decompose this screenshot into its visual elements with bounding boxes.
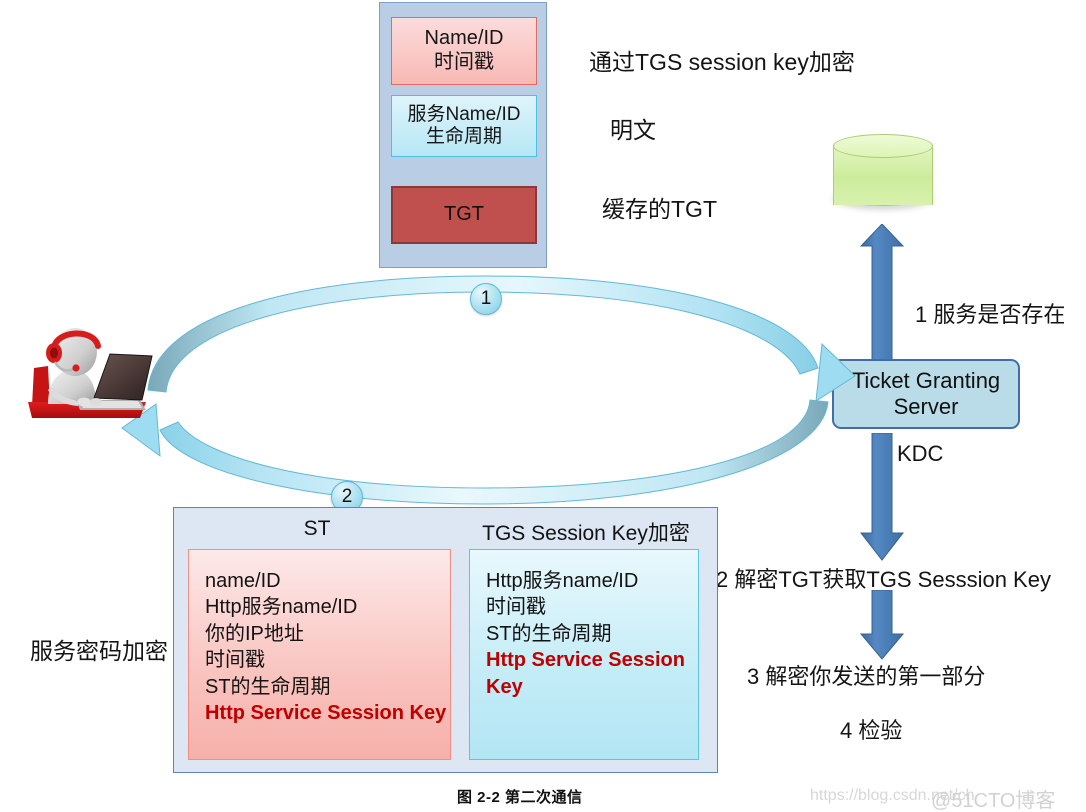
- note-step3-decrypt-first-part: 3 解密你发送的第一部分: [747, 664, 986, 689]
- watermark-url: https://blog.csdn.net/ch: [810, 787, 975, 804]
- packet-authenticator-block: Name/ID 时间戳: [391, 17, 537, 85]
- note-cached-tgt: 缓存的TGT: [602, 196, 717, 222]
- note-encrypted-with-tgs-session-key: 通过TGS session key加密: [589, 49, 855, 75]
- ticket-field-line: ST的生命周期: [205, 675, 331, 698]
- packet-service-line1: 服务Name/ID: [407, 103, 521, 125]
- packet-tgt-block: TGT: [391, 186, 537, 244]
- packet-auth-line2: 时间戳: [434, 51, 494, 73]
- service-ticket-content-box: name/ID Http服务name/ID 你的IP地址 时间戳 ST的生命周期 Http…: [188, 549, 451, 760]
- tgs-label-line1: Ticket Granting: [851, 368, 1001, 394]
- packet-service-line2: 生命周期: [425, 126, 502, 147]
- note-step4-verify: 4 检验: [840, 718, 903, 743]
- tgs-session-key-content-box: Http服务name/ID 时间戳 ST的生命周期 Http Service Sess…: [469, 549, 699, 760]
- ticket-field-line: Http Service Session: [486, 649, 685, 672]
- ticket-field-line: 时间戳: [205, 649, 265, 672]
- database-cylinder-icon: [833, 134, 933, 212]
- note-step2-decrypt-tgt: 2 解密TGT获取TGS Sesssion Key: [716, 567, 1051, 592]
- bottom-panel-title-st: ST: [303, 517, 331, 540]
- ticket-field-line: Key: [486, 675, 523, 698]
- ticket-field-line: Http Service Session Key: [205, 701, 447, 724]
- step-badge-1: 1: [470, 283, 502, 315]
- note-step1-service-exists: 1 服务是否存在: [915, 302, 1066, 327]
- ticket-field-line: name/ID: [205, 570, 281, 592]
- packet-auth-line1: Name/ID: [424, 27, 504, 50]
- ticket-field-line: ST的生命周期: [486, 622, 612, 645]
- figure-caption: 图 2-2 第二次通信: [457, 789, 583, 806]
- database-cylinder-top: [833, 134, 933, 158]
- ticket-field-line: Http服务name/ID: [205, 596, 358, 619]
- packet-tgt-label: TGT: [444, 203, 484, 226]
- diagram-canvas: Name/ID 时间戳 服务Name/ID 生命周期 TGT 通过TGS ses…: [0, 0, 1086, 812]
- tgs-label-line2: Server: [893, 394, 959, 419]
- server-response-packet-panel: ST TGS Session Key加密 name/ID Http服务name/I…: [173, 507, 718, 773]
- client-request-packet-panel: Name/ID 时间戳 服务Name/ID 生命周期 TGT: [379, 2, 547, 268]
- watermark-site: @51CTO博客: [931, 790, 1056, 812]
- note-plaintext: 明文: [610, 117, 656, 143]
- client-user-laptop-icon: [18, 322, 158, 422]
- arrow-down-step3: [860, 590, 904, 660]
- ticket-field-line: 时间戳: [486, 596, 546, 619]
- packet-service-request-block: 服务Name/ID 生命周期: [391, 95, 537, 157]
- note-service-password-encrypted: 服务密码加密: [30, 638, 168, 664]
- flow-arrow-response: [121, 399, 829, 505]
- ticket-field-line: Http服务name/ID: [486, 570, 639, 592]
- bottom-panel-title-tgs: TGS Session Key加密: [482, 522, 690, 545]
- ticket-field-line: 你的IP地址: [205, 622, 304, 645]
